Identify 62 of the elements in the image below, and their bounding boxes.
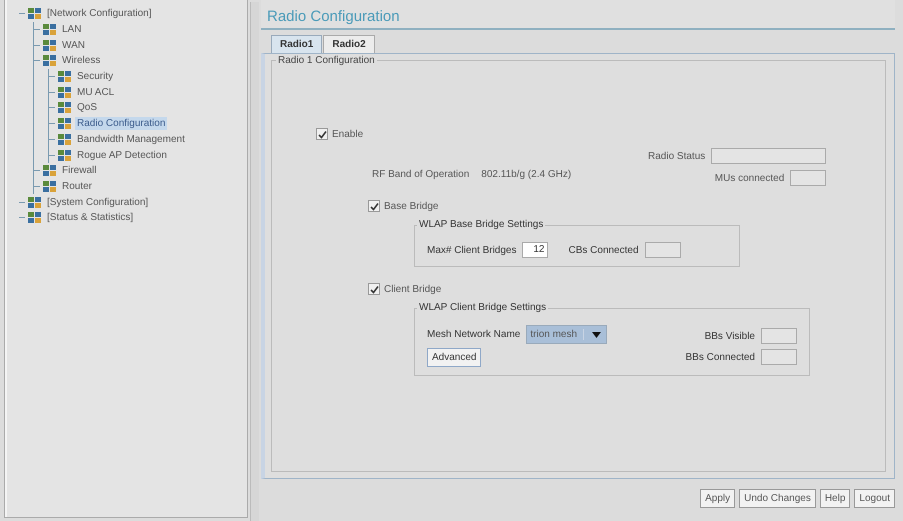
page-title: Radio Configuration <box>261 0 895 30</box>
action-button[interactable]: Logout <box>854 489 895 508</box>
tree-item[interactable]: Wireless <box>60 54 102 68</box>
field-label: Max# Client Bridges <box>427 244 516 256</box>
dropdown[interactable]: trion mesh <box>526 325 608 344</box>
caret-icon <box>592 332 602 338</box>
node-icon <box>28 196 42 209</box>
tree-item[interactable]: Firewall <box>60 164 98 178</box>
node-icon <box>58 132 72 146</box>
tree-item[interactable]: LAN <box>60 23 84 36</box>
checkbox[interactable] <box>316 128 328 140</box>
node-icon <box>28 7 42 20</box>
input-field <box>790 170 826 186</box>
tree-item[interactable]: WAN <box>60 38 87 52</box>
node-icon <box>43 23 57 36</box>
field-label: BBs Visible <box>704 330 755 342</box>
field-label: MUs connected <box>714 172 784 184</box>
tree-item[interactable]: Radio Configuration <box>75 117 168 130</box>
node-icon <box>43 180 57 193</box>
checkbox-label: Enable <box>332 128 364 140</box>
node-icon <box>58 101 72 114</box>
group-title: Radio 1 Configuration <box>276 55 377 66</box>
node-icon <box>58 117 72 130</box>
tree-item[interactable]: MU ACL <box>75 86 116 99</box>
checkbox[interactable] <box>368 283 380 295</box>
field-label: Radio Status <box>648 150 706 162</box>
action-button[interactable]: Undo Changes <box>739 489 816 508</box>
node-icon <box>43 164 57 178</box>
tree-item[interactable]: Security <box>75 70 116 84</box>
group-title: WLAP Client Bridge Settings <box>417 302 548 313</box>
group-title: WLAP Base Bridge Settings <box>417 219 546 230</box>
field-label: CBs Connected <box>568 244 639 256</box>
tree-item[interactable]: [Status & Statistics] <box>45 211 136 224</box>
action-button[interactable]: Apply <box>700 489 736 508</box>
input-field <box>761 349 797 365</box>
node-icon <box>43 38 57 52</box>
tree-item[interactable]: Bandwidth Management <box>75 132 187 146</box>
tree-item[interactable]: [System Configuration] <box>45 196 150 209</box>
checkbox[interactable] <box>368 200 380 212</box>
tree-item[interactable]: Router <box>60 180 94 193</box>
input-field[interactable]: 12 <box>522 242 548 258</box>
input-field <box>761 328 797 344</box>
tree-item[interactable]: QoS <box>75 101 100 114</box>
tab[interactable]: Radio2 <box>323 35 375 53</box>
checkbox-label: Client Bridge <box>384 284 442 294</box>
tree-item[interactable]: [Network Configuration] <box>45 7 154 20</box>
input-field <box>644 242 681 258</box>
splitter-handle[interactable] <box>250 2 259 521</box>
field-label: BBs Connected <box>686 352 755 362</box>
field-value: 802.11b/g (2.4 GHz) <box>481 169 572 182</box>
node-icon <box>58 148 72 162</box>
advanced-button[interactable]: Advanced <box>427 348 482 367</box>
field-label: RF Band of Operation <box>372 169 470 182</box>
node-icon <box>28 211 42 224</box>
checkbox-label: Base Bridge <box>384 200 438 212</box>
node-icon <box>58 70 72 84</box>
action-button[interactable]: Help <box>820 489 850 508</box>
node-icon <box>43 54 57 68</box>
node-icon <box>58 86 72 99</box>
field-label: Mesh Network Name <box>427 329 520 340</box>
tab[interactable]: Radio1 <box>271 35 322 53</box>
tree-item[interactable]: Rogue AP Detection <box>75 148 169 162</box>
